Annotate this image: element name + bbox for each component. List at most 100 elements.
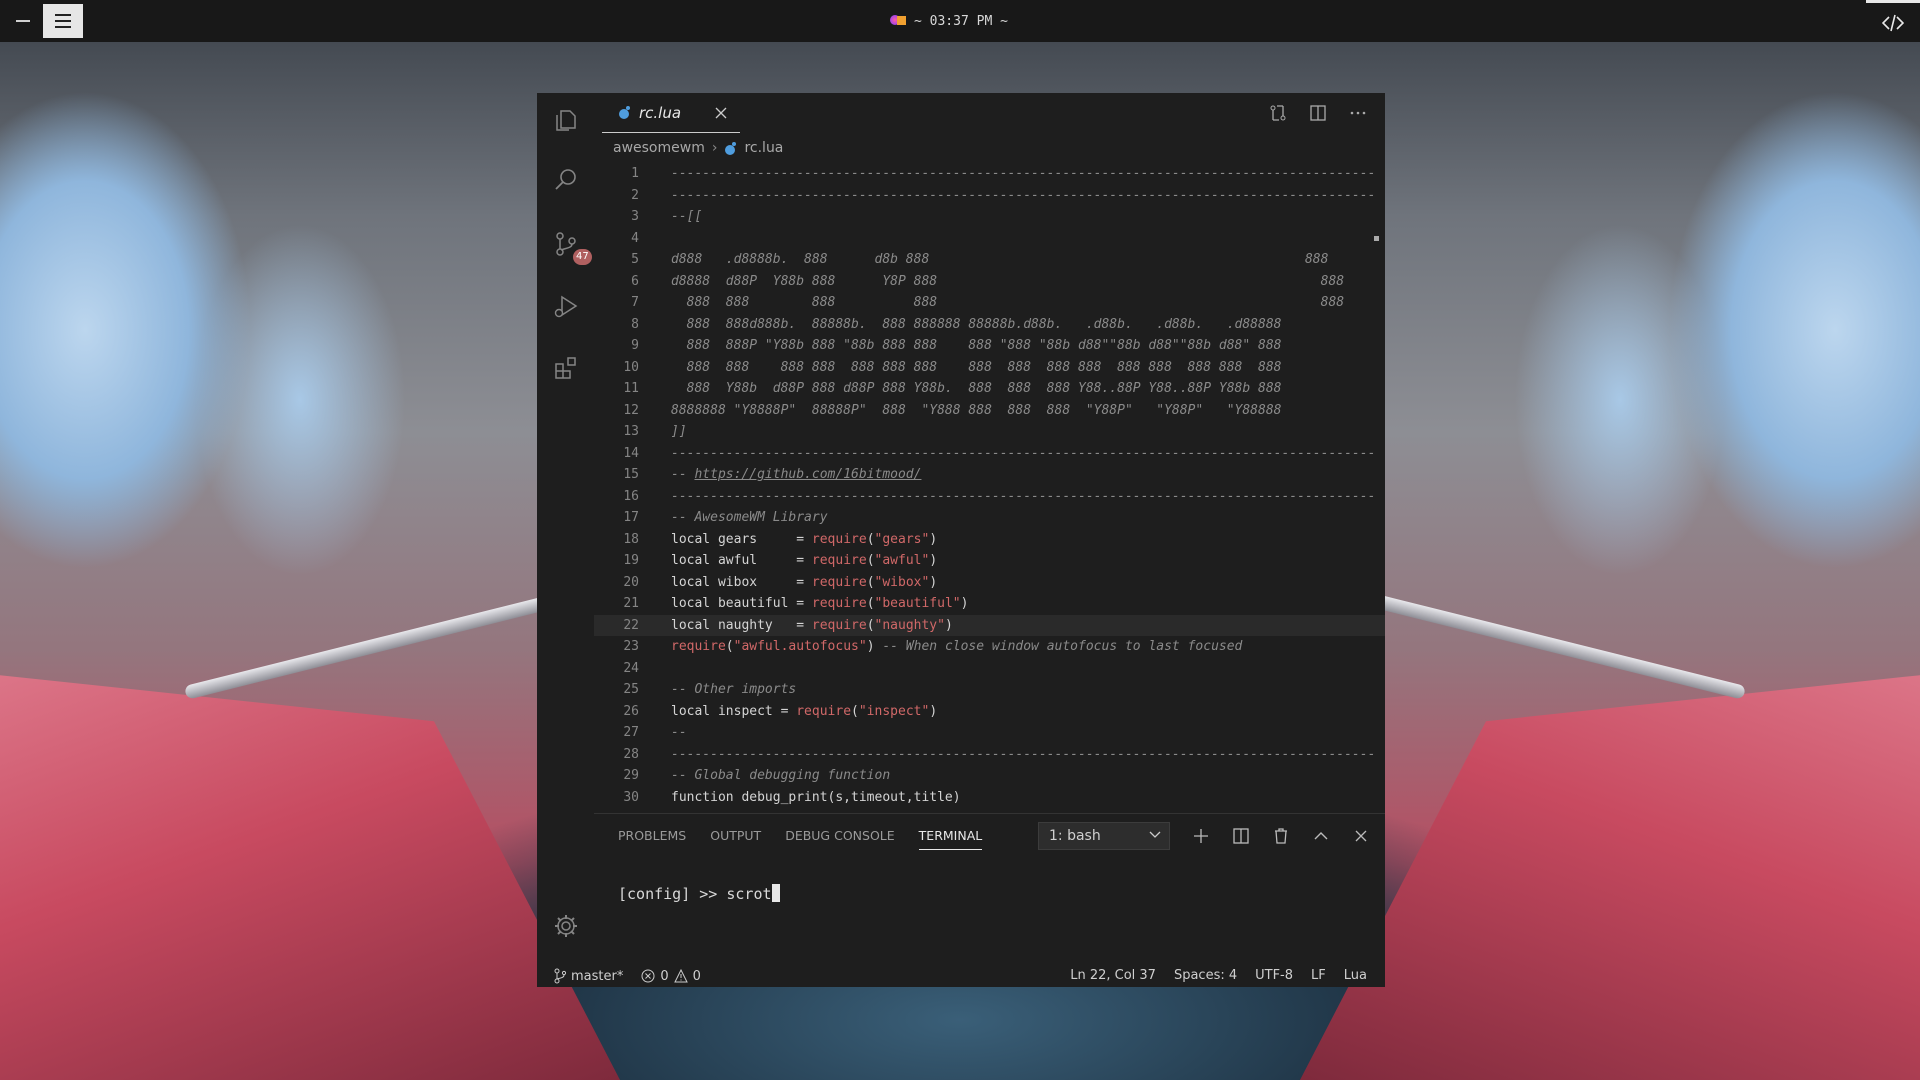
split-editor-button[interactable] [1307,102,1329,124]
line-number: 30 [623,789,639,805]
compare-changes-button[interactable] [1267,102,1289,124]
code-line[interactable]: 25 -- Other imports [594,679,1385,701]
terminal-select-value: 1: bash [1049,828,1101,844]
code-line[interactable]: 2 ---------------------------------------… [594,185,1385,207]
line-number: 11 [623,381,639,396]
breadcrumb-folder[interactable]: awesomewm [613,140,705,156]
tab-bar: rc.lua [594,93,1385,133]
source-control-icon[interactable]: 47 [549,227,592,265]
warning-icon [673,969,688,983]
more-actions-button[interactable] [1347,102,1369,124]
code-line[interactable]: 14 --------------------------------------… [594,443,1385,465]
code-line[interactable]: 19 local awful = require("awful") [594,550,1385,572]
code-text: local inspect = require("inspect") [671,703,938,719]
minimize-button[interactable] [8,8,38,34]
plus-icon [1194,829,1208,843]
new-terminal-button[interactable] [1190,825,1212,847]
tab-rc-lua[interactable]: rc.lua [602,93,740,133]
code-text: 888 888P "Y88b 888 "88b 888 888 888 "888… [671,338,1282,353]
branch-status[interactable]: master* [554,968,623,984]
code-line[interactable]: 12 8888888 "Y8888P" 88888P" 888 "Y888 888… [594,400,1385,422]
code-text: ----------------------------------------… [671,746,1376,762]
encoding[interactable]: UTF-8 [1255,968,1293,983]
code-line[interactable]: 23 require("awful.autofocus") -- When clo… [594,636,1385,658]
terminal-output[interactable]: [config] >> scrot [618,884,780,903]
hamburger-icon [55,14,71,16]
lua-file-icon [724,141,737,155]
code-line[interactable]: 1 ---------------------------------------… [594,163,1385,185]
code-text: local wibox = require("wibox") [671,574,938,590]
code-line[interactable]: 11 888 Y88b d88P 888 d88P 888 Y88b. 888 … [594,378,1385,400]
wallpaper-rail-right [1373,594,1747,700]
code-text: 8888888 "Y8888P" 88888P" 888 "Y888 888 8… [671,402,1282,418]
code-line[interactable]: 17 -- AwesomeWM Library [594,507,1385,529]
line-number: 3 [631,209,639,224]
code-text: ----------------------------------------… [671,445,1376,461]
line-number: 25 [623,682,639,697]
explorer-icon[interactable] [549,103,583,137]
run-debug-icon[interactable] [549,289,583,323]
code-line[interactable]: 6 d8888 d88P Y88b 888 Y8P 888 888 [594,271,1385,293]
code-line[interactable]: 22 local naughty = require("naughty") [594,614,1385,636]
line-number: 14 [623,445,639,461]
menu-button[interactable] [43,4,83,38]
code-line[interactable]: 20 local wibox = require("wibox") [594,572,1385,594]
cursor-position[interactable]: Ln 22, Col 37 [1070,968,1156,983]
code-line[interactable]: 10 888 888 888 888 888 888 888 888 888 8… [594,357,1385,379]
search-icon[interactable] [549,163,583,197]
code-line[interactable]: 4 [594,228,1385,250]
kill-terminal-button[interactable] [1270,825,1292,847]
line-number: 27 [623,725,639,740]
app-indicator-icon [890,14,906,29]
close-tab-button[interactable] [712,104,730,122]
language-mode[interactable]: Lua [1344,968,1367,983]
code-line[interactable]: 28 --------------------------------------… [594,744,1385,766]
close-panel-button[interactable] [1350,825,1372,847]
line-number: 9 [631,338,639,353]
code-text: -- [671,725,687,740]
terminal-line: [config] >> scrot [618,885,772,903]
code-line[interactable]: 13]] [594,421,1385,443]
code-text: function debug_print(s,timeout,title) [671,789,961,805]
panel-tab-debug-console[interactable]: DEBUG CONSOLE [785,828,894,850]
code-line[interactable]: 8 888 888d888b. 88888b. 888 888888 88888… [594,314,1385,336]
chevron-right-icon: › [711,140,718,156]
code-line[interactable]: 30 function debug_print(s,timeout,title) [594,787,1385,809]
code-line[interactable]: 27 -- [594,722,1385,744]
settings-gear-icon[interactable] [549,909,583,943]
line-number: 22 [623,617,639,633]
indentation[interactable]: Spaces: 4 [1174,968,1237,983]
code-link[interactable]: https://github.com/16bitmood/ [694,467,921,482]
code-line[interactable]: 3 --[[ [594,206,1385,228]
code-area[interactable]: 1 ---------------------------------------… [594,163,1385,907]
code-line[interactable]: 21 local beautiful = require("beautiful") [594,593,1385,615]
chevron-down-icon [1149,831,1161,838]
terminal-select[interactable]: 1: bash [1038,822,1170,850]
maximize-panel-button[interactable] [1310,825,1332,847]
code-line[interactable]: 18 local gears = require("gears") [594,529,1385,551]
code-line[interactable]: 7 888 888 888 888 888 [594,292,1385,314]
breadcrumb-file[interactable]: rc.lua [744,140,783,156]
problems-status[interactable]: 0 0 [641,969,701,984]
panel-tab-problems[interactable]: PROBLEMS [618,828,686,850]
panel-tab-terminal[interactable]: TERMINAL [918,828,983,850]
split-terminal-button[interactable] [1230,825,1252,847]
line-number: 10 [623,359,639,375]
code-line[interactable]: 29 -- Global debugging function [594,765,1385,787]
code-line[interactable]: 26 local inspect = require("inspect") [594,701,1385,723]
line-ending[interactable]: LF [1311,968,1326,983]
code-text: ----------------------------------------… [671,488,1376,504]
panel-actions [1190,825,1372,847]
ellipsis-icon [1350,111,1366,115]
bottom-panel: PROBLEMS OUTPUT DEBUG CONSOLE TERMINAL 1: b… [594,813,1385,967]
code-line[interactable]: 5 d888 .d8888b. 888 d8b 888 888 [594,249,1385,271]
clock: ~ 03:37 PM ~ [914,13,1008,29]
code-line[interactable]: 9 888 888P "Y88b 888 "88b 888 888 888 "8… [594,335,1385,357]
code-line[interactable]: 15 -- https://github.com/16bitmood/ [594,464,1385,486]
panel-tab-output[interactable]: OUTPUT [710,828,761,850]
line-number: 23 [623,639,639,654]
code-line[interactable]: 16 --------------------------------------… [594,486,1385,508]
code-toggle-button[interactable] [1866,0,1920,42]
extensions-icon[interactable] [549,351,583,385]
code-line[interactable]: 24 [594,658,1385,680]
